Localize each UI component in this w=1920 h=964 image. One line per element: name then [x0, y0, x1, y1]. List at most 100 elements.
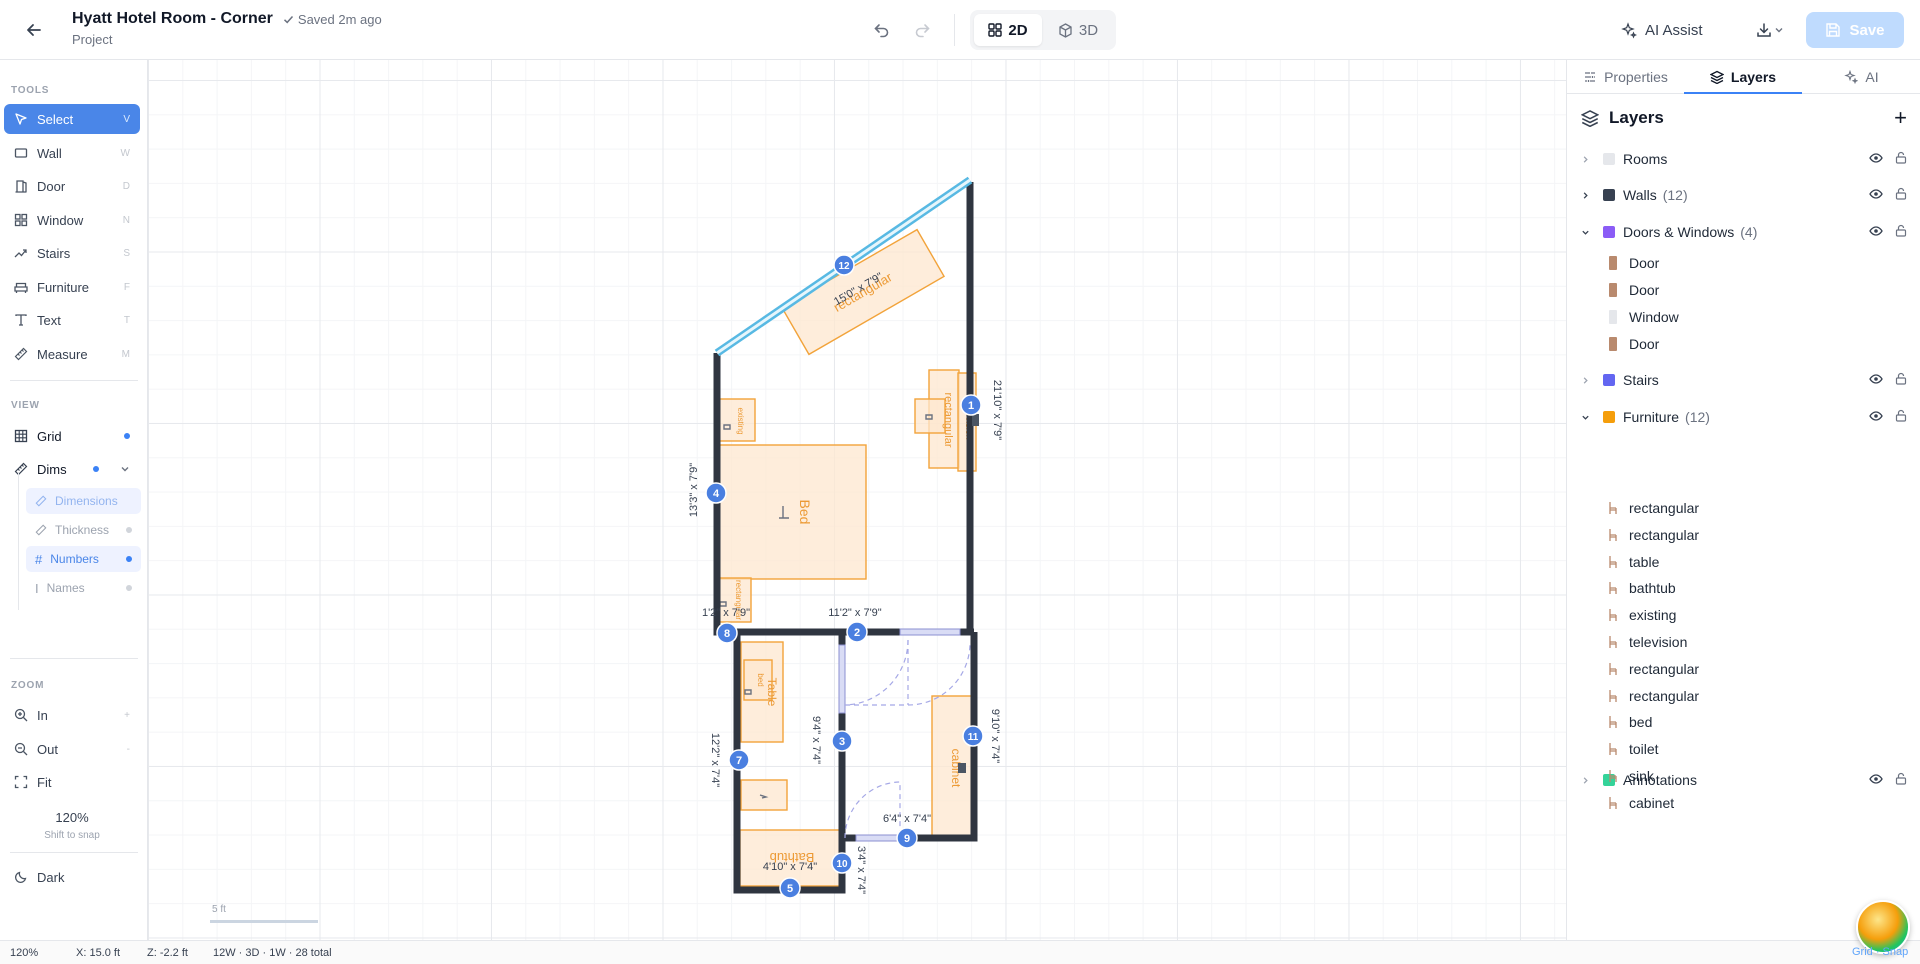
grid-snap-indicator[interactable]: Grid · Snap [1852, 946, 1908, 958]
chevron-right-icon[interactable] [1575, 191, 1595, 200]
vertex-8[interactable]: 8 [716, 622, 738, 644]
vertex-4[interactable]: 4 [705, 482, 727, 504]
eye-icon[interactable] [1869, 409, 1883, 425]
tool-select[interactable]: Select V [4, 104, 140, 134]
window[interactable] [899, 628, 961, 636]
undo-button[interactable] [868, 16, 896, 44]
layer-item-furniture[interactable]: rectangular [1567, 684, 1920, 708]
zoom-fit-button[interactable]: Fit [4, 767, 140, 797]
layer-item-furniture[interactable]: cabinet [1567, 791, 1920, 815]
dark-mode-toggle[interactable]: Dark [4, 862, 140, 892]
chevron-down-icon[interactable] [120, 464, 130, 474]
dims-label: Dims [37, 461, 67, 477]
dims-option-names[interactable]: I Names [26, 575, 141, 601]
export-button[interactable] [1748, 14, 1792, 46]
layer-group-furniture[interactable]: Furniture (12) [1567, 404, 1920, 430]
door[interactable] [855, 834, 903, 842]
tool-wall[interactable]: Wall W [4, 138, 140, 168]
vertex-12[interactable]: 12 [833, 254, 855, 276]
layer-item-furniture[interactable]: toilet [1567, 737, 1920, 761]
furniture-television[interactable] [914, 398, 946, 434]
shortcut-key: F [123, 281, 130, 293]
unlock-icon[interactable] [1895, 224, 1907, 240]
eye-icon[interactable] [1869, 151, 1883, 167]
layer-count: (12) [1662, 187, 1688, 203]
layer-item-furniture[interactable]: rectangular [1567, 496, 1920, 520]
layer-item-window[interactable]: Window [1567, 305, 1920, 329]
layer-item-furniture[interactable]: sink [1567, 764, 1920, 788]
unlock-icon[interactable] [1895, 151, 1907, 167]
eye-icon[interactable] [1869, 187, 1883, 203]
layers-icon [1581, 110, 1599, 127]
redo-button[interactable] [908, 16, 936, 44]
tool-measure[interactable]: Measure M [4, 339, 140, 369]
layer-item-furniture[interactable]: bathtub [1567, 576, 1920, 600]
ruler-icon [14, 462, 28, 476]
tool-furniture[interactable]: Furniture F [4, 272, 140, 302]
layer-item-furniture[interactable]: television [1567, 630, 1920, 654]
tab-properties[interactable]: Properties [1567, 60, 1684, 93]
option-label: Thickness [55, 523, 110, 537]
vertex-10[interactable]: 10 [831, 852, 853, 874]
toggle-dims[interactable]: Dims [4, 454, 140, 484]
eye-icon[interactable] [1869, 372, 1883, 388]
dims-option-dimensions[interactable]: Dimensions [26, 488, 141, 514]
vertex-5[interactable]: 5 [779, 877, 801, 899]
layer-group-doors-windows[interactable]: Doors & Windows (4) [1567, 219, 1920, 245]
furniture-sink[interactable] [740, 779, 788, 811]
zoom-in-button[interactable]: In + [4, 700, 140, 730]
floor-plan-drawing[interactable]: rectangular Bed rectangular television e… [148, 60, 1566, 940]
tab-layers[interactable]: Layers [1684, 60, 1802, 94]
add-layer-button[interactable]: + [1894, 105, 1907, 131]
vertex-3[interactable]: 3 [831, 730, 853, 752]
chevron-down-icon[interactable] [1575, 228, 1595, 237]
layer-item-furniture[interactable]: table [1567, 550, 1920, 574]
chevron-right-icon[interactable] [1575, 155, 1595, 164]
toggle-grid[interactable]: Grid [4, 421, 140, 451]
cube-icon [1059, 22, 1072, 38]
tool-window[interactable]: Window N [4, 205, 140, 235]
zoom-out-icon [14, 742, 28, 756]
vertex-2[interactable]: 2 [846, 621, 868, 643]
tab-ai[interactable]: AI [1802, 60, 1920, 93]
layer-item-door[interactable]: Door [1567, 278, 1920, 302]
back-button[interactable] [20, 16, 48, 44]
grid-icon [988, 23, 1003, 37]
layer-item-door[interactable]: Door [1567, 332, 1920, 356]
furniture-bed[interactable] [714, 444, 867, 580]
view-2d-button[interactable]: 2D [974, 14, 1042, 46]
door[interactable] [838, 644, 846, 714]
chevron-right-icon[interactable] [1575, 376, 1595, 385]
vertex-7[interactable]: 7 [728, 749, 750, 771]
option-label: Dimensions [55, 494, 118, 508]
layer-item-furniture[interactable]: bed [1567, 710, 1920, 734]
unlock-icon[interactable] [1895, 187, 1907, 203]
layer-group-rooms[interactable]: Rooms [1567, 146, 1920, 172]
view-3d-button[interactable]: 3D [1044, 14, 1112, 46]
dims-option-thickness[interactable]: Thickness [26, 517, 141, 543]
dims-option-numbers[interactable]: # Numbers [26, 546, 141, 572]
layer-item-furniture[interactable]: rectangular [1567, 657, 1920, 681]
vertex-9[interactable]: 9 [896, 827, 918, 849]
layer-item-furniture[interactable]: rectangular [1567, 523, 1920, 547]
vertex-1[interactable]: 1 [960, 394, 982, 416]
save-button[interactable]: Save [1806, 12, 1904, 48]
unlock-icon[interactable] [1895, 409, 1907, 425]
tool-door[interactable]: Door D [4, 171, 140, 201]
project-title[interactable]: Hyatt Hotel Room - Corner [72, 10, 273, 28]
header-divider [954, 14, 955, 46]
layer-group-stairs[interactable]: Stairs [1567, 367, 1920, 393]
tool-stairs[interactable]: Stairs S [4, 238, 140, 268]
floor-plan-canvas[interactable]: rectangular Bed rectangular television e… [148, 60, 1566, 940]
layer-item-door[interactable]: Door [1567, 251, 1920, 275]
layer-name: Furniture [1623, 409, 1680, 425]
layer-item-furniture[interactable]: existing [1567, 603, 1920, 627]
tool-text[interactable]: Text T [4, 305, 140, 335]
ai-assist-button[interactable]: AI Assist [1620, 14, 1703, 46]
unlock-icon[interactable] [1895, 372, 1907, 388]
layer-group-walls[interactable]: Walls (12) [1567, 182, 1920, 208]
vertex-11[interactable]: 11 [962, 725, 984, 747]
eye-icon[interactable] [1869, 224, 1883, 240]
chevron-down-icon[interactable] [1575, 413, 1595, 422]
zoom-out-button[interactable]: Out - [4, 734, 140, 764]
